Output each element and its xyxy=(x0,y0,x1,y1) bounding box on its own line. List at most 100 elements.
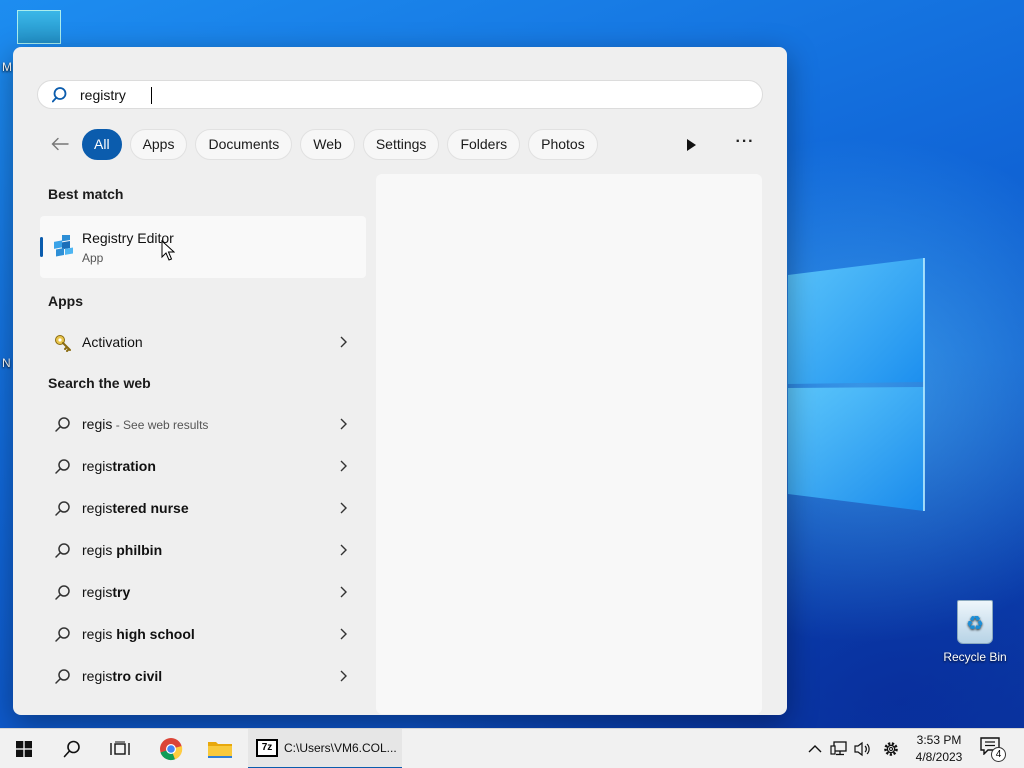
search-icon xyxy=(55,627,70,642)
show-hidden-icons-button[interactable] xyxy=(806,739,824,759)
web-suggestion-label: registration xyxy=(82,458,156,474)
network-icon xyxy=(830,741,847,756)
search-icon xyxy=(55,459,70,474)
taskbar-file-explorer-button[interactable] xyxy=(196,729,244,768)
filter-chip-all[interactable]: All xyxy=(82,128,122,160)
clock-date: 4/8/2023 xyxy=(915,750,963,764)
text-caret xyxy=(151,87,152,104)
query-hint: - See web results xyxy=(112,418,209,432)
search-icon xyxy=(55,501,70,516)
taskbar-chrome-button[interactable] xyxy=(147,729,195,768)
activation-key-icon xyxy=(55,335,71,352)
web-suggestion[interactable]: regis philbin xyxy=(40,531,366,569)
web-suggestion-label: regis high school xyxy=(82,626,195,642)
query-completion: high school xyxy=(112,626,195,642)
recycle-bin-shortcut[interactable]: ♻ Recycle Bin xyxy=(939,600,1011,664)
chevron-right-icon xyxy=(340,670,347,682)
filter-chip-photos[interactable]: Photos xyxy=(528,128,598,160)
play-icon[interactable] xyxy=(681,135,701,155)
web-suggestion[interactable]: registry xyxy=(40,573,366,611)
7zip-icon: 7z xyxy=(256,739,278,757)
query-prefix: regis xyxy=(82,542,113,558)
speaker-icon xyxy=(854,741,870,757)
filter-chip-web[interactable]: Web xyxy=(300,128,355,160)
query-prefix: regis xyxy=(82,584,113,600)
filter-bar: All Apps Documents Web Settings Folders … xyxy=(45,128,606,160)
selection-indicator xyxy=(40,237,43,257)
desktop-icon-label-edge: M xyxy=(2,60,12,74)
chevron-right-icon xyxy=(340,628,347,640)
web-suggestion[interactable]: registro civil xyxy=(40,657,366,695)
chevron-right-icon xyxy=(340,502,347,514)
search-icon xyxy=(55,585,70,600)
search-input[interactable] xyxy=(80,86,720,103)
query-completion: tered nurse xyxy=(112,500,189,516)
chevron-up-icon xyxy=(808,745,822,753)
query-prefix: regis xyxy=(82,416,113,432)
web-suggestion[interactable]: registered nurse xyxy=(40,489,366,527)
recycle-bin-icon: ♻ xyxy=(957,600,993,644)
taskbar-window-label: C:\Users\VM6.COL... xyxy=(284,741,397,755)
back-button[interactable] xyxy=(45,129,75,159)
volume-button[interactable] xyxy=(853,739,873,759)
filter-chip-settings[interactable]: Settings xyxy=(362,128,440,160)
search-web-heading: Search the web xyxy=(48,375,151,391)
filter-chip-documents[interactable]: Documents xyxy=(195,128,293,160)
chevron-right-icon xyxy=(340,544,347,556)
windows-start-icon xyxy=(16,741,32,757)
web-suggestion-label: regis philbin xyxy=(82,542,162,558)
taskbar-window-7zip[interactable]: 7z C:\Users\VM6.COL... xyxy=(248,729,402,768)
taskbar: 7z C:\Users\VM6.COL... 3:53 PM 4/8/2023 xyxy=(0,728,1024,768)
app-result-activation[interactable]: Activation xyxy=(40,323,366,361)
filter-chip-folders[interactable]: Folders xyxy=(447,128,521,160)
filter-chip-apps[interactable]: Apps xyxy=(129,128,188,160)
recycle-bin-label: Recycle Bin xyxy=(943,650,1007,664)
web-suggestion-label: registry xyxy=(82,584,130,600)
search-icon xyxy=(52,86,67,102)
app-result-label: Activation xyxy=(82,334,143,350)
best-match-heading: Best match xyxy=(48,186,124,202)
search-box[interactable] xyxy=(37,80,763,109)
taskbar-clock[interactable]: 3:53 PM 4/8/2023 xyxy=(910,732,968,766)
folder-icon xyxy=(208,742,232,758)
query-prefix: regis xyxy=(82,668,113,684)
registry-editor-icon xyxy=(54,235,73,257)
clock-time: 3:53 PM xyxy=(916,733,962,747)
notification-count-badge: 4 xyxy=(991,747,1006,762)
chevron-right-icon xyxy=(340,586,347,598)
query-prefix: regis xyxy=(82,458,113,474)
web-suggestion-label: registered nurse xyxy=(82,500,189,516)
web-suggestion-label: regis - See web results xyxy=(82,416,208,432)
web-suggestion[interactable]: regis high school xyxy=(40,615,366,653)
best-match-result[interactable]: Registry Editor App xyxy=(40,216,366,278)
chevron-right-icon xyxy=(340,336,347,348)
mouse-cursor-icon xyxy=(161,240,175,261)
result-preview-pane xyxy=(376,174,762,714)
query-completion: tro civil xyxy=(112,668,163,684)
start-button[interactable] xyxy=(0,729,48,768)
search-panel: All Apps Documents Web Settings Folders … xyxy=(13,47,787,715)
search-icon xyxy=(55,417,70,432)
query-prefix: regis xyxy=(82,626,113,642)
web-suggestion[interactable]: registration xyxy=(40,447,366,485)
chrome-icon xyxy=(160,738,183,761)
search-icon xyxy=(55,543,70,558)
chevron-right-icon xyxy=(340,418,347,430)
result-type: App xyxy=(82,251,104,265)
apps-heading: Apps xyxy=(48,293,83,309)
gear-icon xyxy=(884,742,898,756)
more-options-button[interactable]: ··· xyxy=(733,134,757,155)
search-icon xyxy=(55,669,70,684)
desktop-icon-top[interactable] xyxy=(17,10,61,44)
task-view-button[interactable] xyxy=(96,729,144,768)
taskbar-search-button[interactable] xyxy=(48,729,96,768)
web-suggestion[interactable]: regis - See web results xyxy=(40,405,366,443)
search-icon xyxy=(63,740,80,758)
chevron-right-icon xyxy=(340,460,347,472)
notification-center-button[interactable]: 4 xyxy=(980,737,1006,762)
settings-tray-button[interactable] xyxy=(880,739,902,759)
back-arrow-icon xyxy=(51,137,69,151)
network-button[interactable] xyxy=(829,739,849,759)
desktop-icon-label-edge: N xyxy=(2,356,11,370)
task-view-icon xyxy=(110,741,130,755)
